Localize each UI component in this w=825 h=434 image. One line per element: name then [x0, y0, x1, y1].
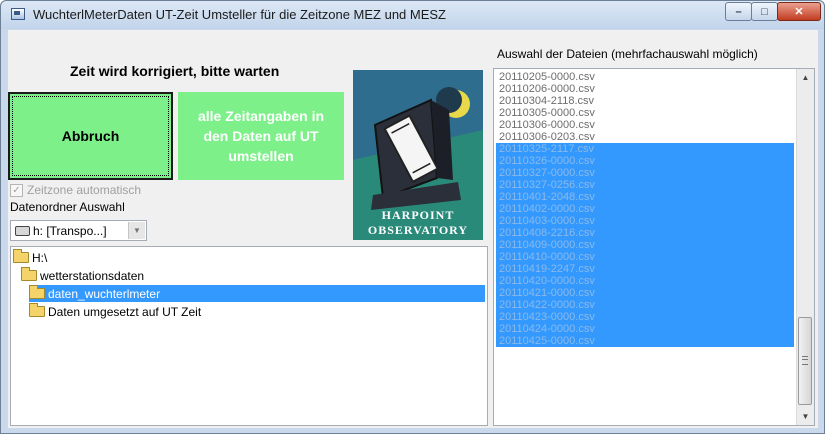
directory-item[interactable]: H:\ — [13, 249, 213, 266]
folder-selection-label: Datenordner Auswahl — [10, 200, 125, 214]
convert-to-ut-button[interactable]: alle Zeitangaben in den Daten auf UT ums… — [178, 92, 344, 180]
logo-text-observatory: OBSERVATORY — [367, 223, 469, 237]
file-list-item[interactable]: 20110420-0000.csv — [496, 275, 794, 287]
directory-item-label: Daten umgesetzt auf UT Zeit — [48, 304, 202, 319]
drive-select[interactable]: h: [Transpo...] ▼ — [10, 220, 147, 241]
file-list-item[interactable]: 20110205-0000.csv — [496, 71, 794, 83]
open-folder-icon — [21, 267, 37, 281]
file-list-item[interactable]: 20110409-0000.csv — [496, 239, 794, 251]
file-list-item[interactable]: 20110424-0000.csv — [496, 323, 794, 335]
title-bar[interactable]: WuchterlMeterDaten UT-Zeit Umsteller für… — [1, 1, 824, 29]
file-list-item[interactable]: 20110206-0000.csv — [496, 83, 794, 95]
logo-text-harpoint: HARPOINT — [381, 208, 455, 222]
checkbox-check-icon[interactable]: ✓ — [10, 183, 23, 197]
open-folder-icon — [29, 285, 45, 299]
file-list-item[interactable]: 20110421-0000.csv — [496, 287, 794, 299]
file-list-item[interactable]: 20110410-0000.csv — [496, 251, 794, 263]
file-list-item[interactable]: 20110327-0256.csv — [496, 179, 794, 191]
file-list-item[interactable]: 20110306-0203.csv — [496, 131, 794, 143]
app-icon — [11, 8, 25, 20]
window-title: WuchterlMeterDaten UT-Zeit Umsteller für… — [33, 7, 446, 22]
file-list-item[interactable]: 20110325-2117.csv — [496, 143, 794, 155]
app-window: WuchterlMeterDaten UT-Zeit Umsteller für… — [0, 0, 825, 434]
directory-tree[interactable]: H:\ wetterstationsdaten daten_wuchterlme… — [10, 246, 488, 426]
file-list-item[interactable]: 20110327-0000.csv — [496, 167, 794, 179]
file-list-item[interactable]: 20110402-0000.csv — [496, 203, 794, 215]
observatory-logo: HARPOINT OBSERVATORY — [353, 70, 483, 240]
file-list-item[interactable]: 20110425-0000.csv — [496, 335, 794, 347]
file-list-item[interactable]: 20110401-2048.csv — [496, 191, 794, 203]
timezone-auto-label: Zeitzone automatisch — [27, 183, 142, 197]
directory-item-label: daten_wuchterlmeter — [48, 286, 161, 301]
directory-item-label: H:\ — [32, 250, 48, 265]
observatory-logo-graphic — [353, 70, 483, 210]
file-list-item[interactable]: 20110304-2118.csv — [496, 95, 794, 107]
file-list-item[interactable]: 20110423-0000.csv — [496, 311, 794, 323]
open-folder-icon — [13, 249, 29, 263]
directory-item[interactable]: daten_wuchterlmeter — [29, 285, 485, 302]
folder-icon — [29, 303, 45, 317]
file-list-item[interactable]: 20110422-0000.csv — [496, 299, 794, 311]
drive-icon — [15, 225, 30, 236]
file-selection-label: Auswahl der Dateien (mehrfachauswahl mög… — [497, 47, 758, 61]
file-list-item[interactable]: 20110419-2247.csv — [496, 263, 794, 275]
status-message: Zeit wird korrigiert, bitte warten — [70, 63, 280, 79]
directory-item-label: wetterstationsdaten — [40, 268, 145, 283]
drive-select-value: h: [Transpo...] — [33, 223, 107, 238]
file-list-item[interactable]: 20110305-0000.csv — [496, 107, 794, 119]
scrollbar-thumb[interactable] — [798, 317, 812, 405]
timezone-auto-checkbox[interactable]: ✓ Zeitzone automatisch — [10, 183, 141, 197]
file-list-scrollbar[interactable]: ▲ ▼ — [796, 69, 814, 425]
file-list[interactable]: 20110205-0000.csv 20110206-0000.csv 201103… — [493, 68, 815, 426]
file-list-item[interactable]: 20110403-0000.csv — [496, 215, 794, 227]
abort-button[interactable]: Abbruch — [8, 92, 173, 180]
directory-item[interactable]: Daten umgesetzt auf UT Zeit — [29, 303, 279, 320]
close-button[interactable]: ✕ — [777, 2, 821, 21]
file-list-item[interactable]: 20110408-2216.csv — [496, 227, 794, 239]
chevron-down-icon[interactable]: ▼ — [128, 222, 145, 239]
client-area: Zeit wird korrigiert, bitte warten Abbru… — [8, 30, 818, 428]
scroll-up-icon[interactable]: ▲ — [797, 69, 814, 86]
file-list-item[interactable]: 20110326-0000.csv — [496, 155, 794, 167]
directory-item[interactable]: wetterstationsdaten — [21, 267, 221, 284]
minimize-button[interactable]: – — [725, 2, 752, 21]
maximize-button[interactable]: □ — [751, 2, 778, 21]
scroll-down-icon[interactable]: ▼ — [797, 408, 814, 425]
file-list-item[interactable]: 20110306-0000.csv — [496, 119, 794, 131]
